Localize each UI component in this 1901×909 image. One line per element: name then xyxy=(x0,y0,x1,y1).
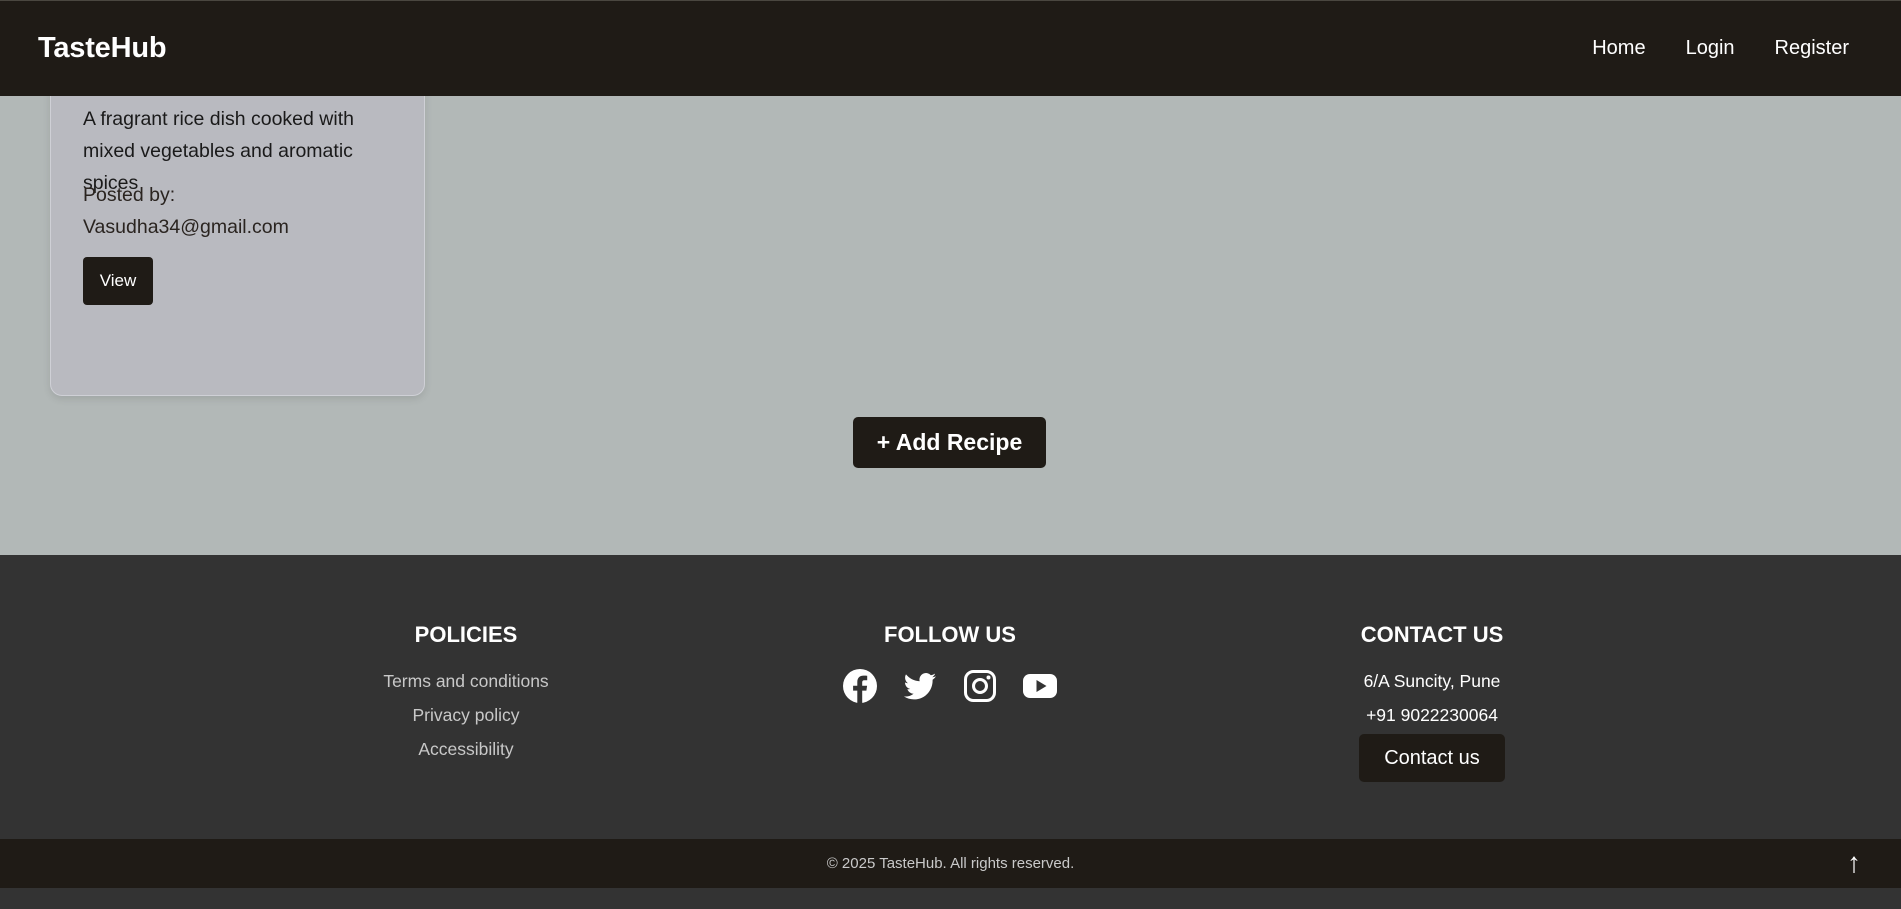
contact-phone: +91 9022230064 xyxy=(1366,705,1498,725)
nav-links: Home Login Register xyxy=(1592,37,1849,60)
accessibility-link[interactable]: Accessibility xyxy=(418,732,513,766)
twitter-icon[interactable] xyxy=(902,668,938,704)
facebook-icon[interactable] xyxy=(842,668,878,704)
footer-policies: POLICIES Terms and conditions Privacy po… xyxy=(366,622,566,766)
terms-link[interactable]: Terms and conditions xyxy=(383,664,548,698)
recipe-card: A fragrant rice dish cooked with mixed v… xyxy=(50,66,425,396)
nav-register-link[interactable]: Register xyxy=(1775,37,1849,60)
youtube-icon[interactable] xyxy=(1022,668,1058,704)
view-recipe-button[interactable]: View xyxy=(83,257,153,305)
copyright-text: © 2025 TasteHub. All rights reserved. xyxy=(826,855,1075,872)
nav-login-link[interactable]: Login xyxy=(1686,37,1735,60)
contact-us-button[interactable]: Contact us xyxy=(1359,734,1505,782)
navbar: TasteHub Home Login Register xyxy=(0,0,1901,96)
footer: POLICIES Terms and conditions Privacy po… xyxy=(0,555,1901,839)
footer-contact: CONTACT US 6/A Suncity, Pune +91 9022230… xyxy=(1332,622,1532,782)
copyright-bar: © 2025 TasteHub. All rights reserved. ↑ xyxy=(0,839,1901,888)
add-recipe-button[interactable]: + Add Recipe xyxy=(853,417,1046,468)
social-icons xyxy=(842,668,1058,704)
scroll-to-top-icon[interactable]: ↑ xyxy=(1847,845,1861,881)
follow-heading: FOLLOW US xyxy=(884,622,1016,647)
page: TasteHub Home Login Register A fragrant … xyxy=(0,0,1901,909)
recipe-posted-by: Posted by: Vasudha34@gmail.com xyxy=(83,184,289,238)
brand-logo[interactable]: TasteHub xyxy=(38,32,167,65)
policies-heading: POLICIES xyxy=(414,622,518,647)
contact-heading: CONTACT US xyxy=(1360,622,1504,647)
instagram-icon[interactable] xyxy=(962,668,998,704)
footer-follow: FOLLOW US xyxy=(830,622,1070,704)
nav-home-link[interactable]: Home xyxy=(1592,37,1645,60)
contact-address: 6/A Suncity, Pune xyxy=(1363,671,1501,691)
privacy-link[interactable]: Privacy policy xyxy=(413,698,520,732)
main-content: A fragrant rice dish cooked with mixed v… xyxy=(0,66,1901,555)
